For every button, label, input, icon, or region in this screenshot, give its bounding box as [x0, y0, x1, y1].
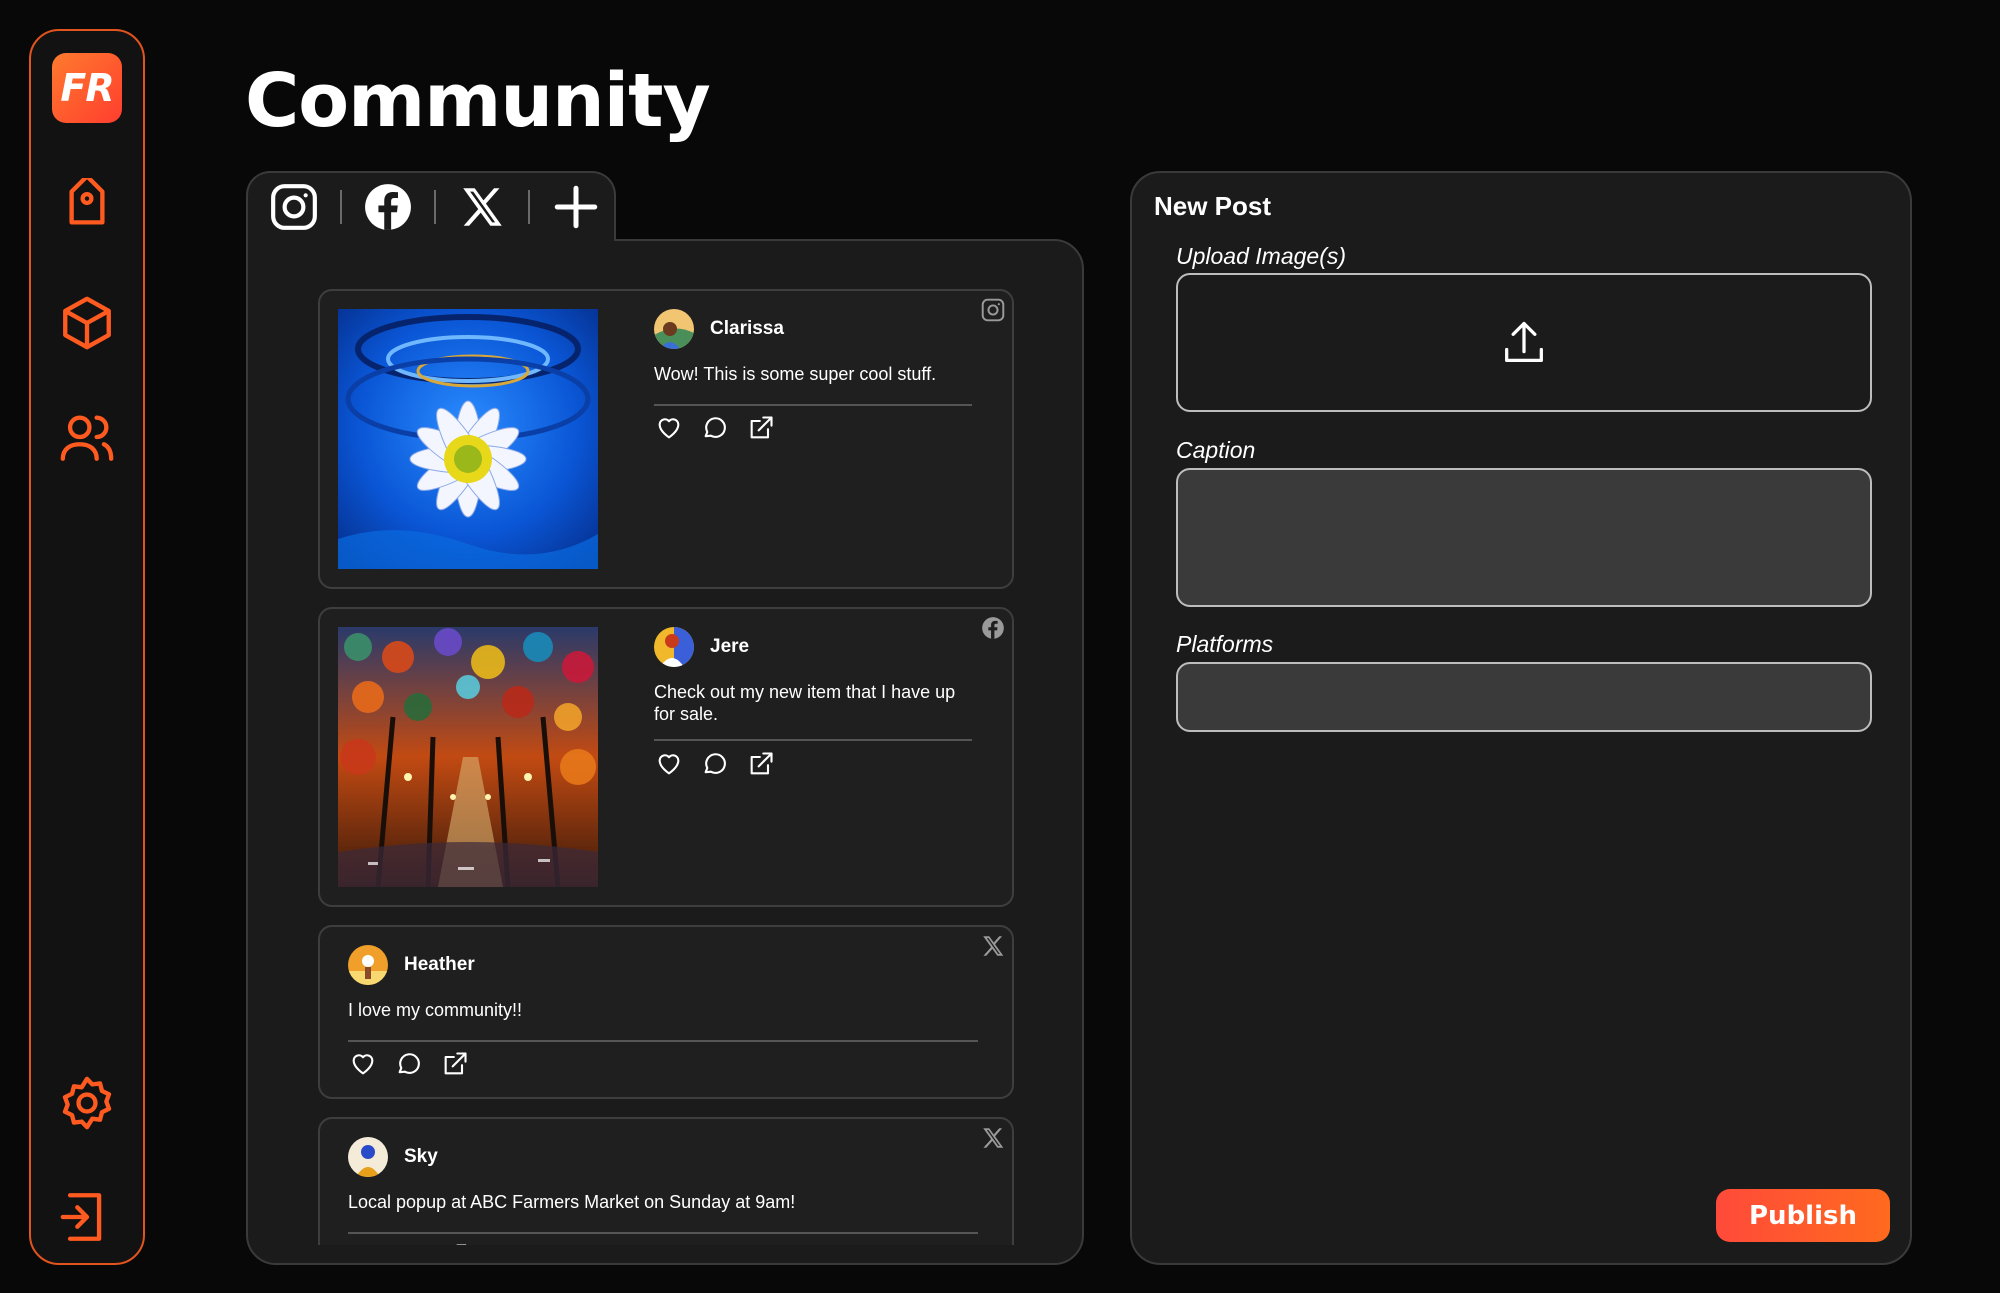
username: Heather	[404, 954, 475, 975]
divider	[348, 1040, 978, 1042]
publish-button[interactable]: Publish	[1716, 1189, 1890, 1242]
like-icon[interactable]	[348, 1049, 378, 1079]
divider	[348, 1232, 978, 1234]
x-icon	[978, 931, 1008, 961]
divider	[654, 739, 972, 741]
platforms-label: Platforms	[1176, 631, 1274, 657]
settings-icon[interactable]	[57, 1073, 117, 1133]
share-icon[interactable]	[746, 413, 776, 443]
facebook-icon[interactable]	[360, 179, 416, 235]
facebook-icon	[978, 613, 1008, 643]
tab-separator	[340, 190, 342, 224]
tab-separator	[528, 190, 530, 224]
post-card: Sky Local popup at ABC Farmers Market on…	[318, 1117, 1014, 1263]
post-card: Jere Check out my new item that I have u…	[318, 607, 1014, 907]
username: Clarissa	[710, 318, 784, 339]
logout-icon[interactable]	[57, 1187, 117, 1247]
autumn-street-painting	[338, 627, 598, 887]
comment-icon[interactable]	[700, 749, 730, 779]
plus-icon[interactable]	[548, 179, 604, 235]
sidebar: FR	[29, 29, 145, 1265]
daisy-painting	[338, 309, 598, 569]
share-icon[interactable]	[746, 749, 776, 779]
x-icon[interactable]	[454, 179, 510, 235]
post-text: Check out my new item that I have up for…	[654, 682, 956, 724]
post-text: I love my community!!	[348, 1000, 523, 1020]
avatar	[654, 309, 694, 349]
post-actions	[654, 749, 776, 779]
post-actions	[654, 413, 776, 443]
community-feed[interactable]: Clarissa Wow! This is some super cool st…	[246, 239, 1084, 1265]
caption-input[interactable]	[1176, 468, 1872, 607]
username: Sky	[404, 1146, 438, 1167]
instagram-icon[interactable]	[266, 179, 322, 235]
instagram-icon	[978, 295, 1008, 325]
upload-dropzone[interactable]	[1176, 273, 1872, 412]
post-card: Clarissa Wow! This is some super cool st…	[318, 289, 1014, 589]
username: Jere	[710, 636, 750, 657]
post-author[interactable]: Sky	[348, 1137, 438, 1177]
app-logo[interactable]: FR	[52, 53, 122, 123]
feed-clip	[248, 1245, 1082, 1263]
post-text: Wow! This is some super cool stuff.	[654, 364, 937, 384]
panel-title: New Post	[1154, 191, 1272, 221]
tab-separator	[434, 190, 436, 224]
post-actions	[348, 1049, 470, 1079]
page-title: Community	[245, 58, 711, 144]
box-icon[interactable]	[57, 293, 117, 353]
post-author[interactable]: Clarissa	[654, 309, 784, 349]
like-icon[interactable]	[654, 413, 684, 443]
avatar	[654, 627, 694, 667]
comment-icon[interactable]	[700, 413, 730, 443]
comment-icon[interactable]	[394, 1049, 424, 1079]
upload-icon	[1505, 321, 1543, 362]
caption-label: Caption	[1176, 437, 1256, 463]
new-post-panel: New Post Upload Image(s) Caption Platfor…	[1130, 171, 1912, 1265]
platforms-select[interactable]	[1176, 662, 1872, 732]
post-card: Heather I love my community!!	[318, 925, 1014, 1099]
users-icon[interactable]	[57, 407, 117, 467]
post-text: Local popup at ABC Farmers Market on Sun…	[348, 1192, 796, 1212]
tag-icon[interactable]	[57, 177, 117, 237]
share-icon[interactable]	[440, 1049, 470, 1079]
like-icon[interactable]	[654, 749, 684, 779]
avatar	[348, 1137, 388, 1177]
avatar	[348, 945, 388, 985]
post-author[interactable]: Heather	[348, 945, 475, 985]
divider	[654, 404, 972, 406]
upload-label: Upload Image(s)	[1176, 243, 1347, 269]
x-icon	[978, 1123, 1008, 1153]
post-author[interactable]: Jere	[654, 627, 749, 667]
platform-tabs	[246, 171, 616, 241]
